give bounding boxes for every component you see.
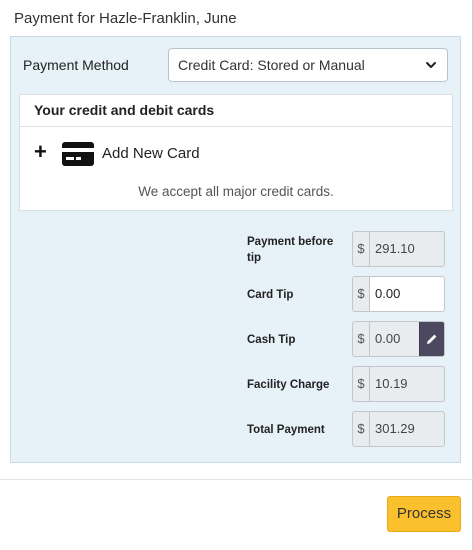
add-new-card-label: Add New Card (102, 145, 200, 162)
process-button[interactable]: Process (387, 496, 461, 532)
facility-charge-value: 10.19 (375, 376, 408, 391)
payment-dialog: Payment for Hazle-Franklin, June Payment… (0, 0, 473, 550)
accepted-cards-note: We accept all major credit cards. (138, 184, 334, 199)
pencil-icon (427, 334, 437, 344)
payment-before-tip-field: $ 291.10 (352, 231, 445, 267)
total-payment-value: 301.29 (375, 421, 415, 436)
add-new-card-button[interactable]: + Add New Card (34, 139, 334, 169)
currency-symbol: $ (353, 322, 370, 356)
cash-tip-field: $ 0.00 (352, 321, 445, 357)
payment-method-value: Credit Card: Stored or Manual (178, 57, 365, 73)
payment-panel: Payment Method Credit Card: Stored or Ma… (10, 36, 461, 463)
currency-symbol: $ (353, 367, 370, 401)
footer-divider (0, 479, 473, 480)
currency-symbol: $ (353, 412, 370, 446)
cash-tip-value: 0.00 (375, 331, 401, 346)
chevron-down-icon (426, 62, 436, 68)
edit-cash-tip-button[interactable] (419, 322, 444, 356)
total-payment-label: Total Payment (247, 424, 325, 436)
cards-heading: Your credit and debit cards (20, 95, 452, 127)
total-payment-field: $ 301.29 (352, 411, 445, 447)
card-tip-label: Card Tip (247, 289, 294, 301)
payment-method-select[interactable]: Credit Card: Stored or Manual (168, 48, 448, 82)
payment-before-tip-value: 291.10 (375, 241, 415, 256)
currency-symbol: $ (353, 277, 370, 311)
facility-charge-field: $ 10.19 (352, 366, 445, 402)
currency-symbol: $ (353, 232, 370, 266)
facility-charge-label: Facility Charge (247, 379, 330, 391)
card-tip-value[interactable]: 0.00 (375, 277, 400, 311)
cards-section: Your credit and debit cards + Add New Ca… (19, 94, 453, 211)
payment-before-tip-label: Payment before tip (247, 236, 334, 264)
dialog-title: Payment for Hazle-Franklin, June (14, 10, 237, 27)
cash-tip-label: Cash Tip (247, 334, 296, 346)
card-tip-input[interactable]: $ 0.00 (352, 276, 445, 312)
credit-card-icon (62, 142, 94, 166)
plus-icon: + (34, 139, 47, 164)
payment-method-label: Payment Method (23, 57, 129, 73)
